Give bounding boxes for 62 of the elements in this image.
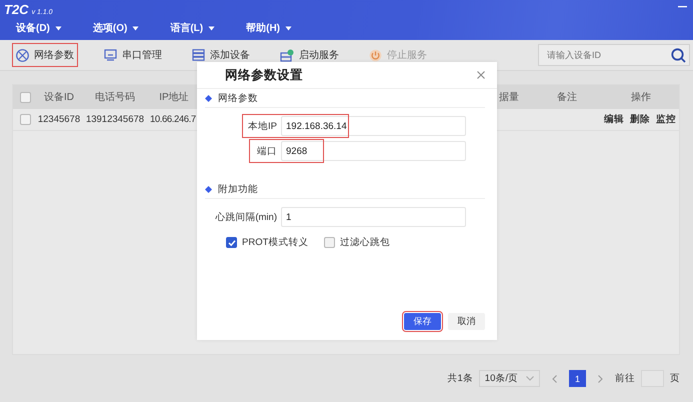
power-icon	[369, 48, 382, 62]
caret-icon	[132, 26, 140, 30]
caret-icon	[54, 26, 62, 30]
action-link[interactable]: 监控	[656, 113, 676, 126]
server-icon	[192, 49, 205, 61]
column-header: 备注	[557, 92, 577, 103]
app-title: T2C	[4, 2, 29, 17]
toolbar-button[interactable]: 启动服务	[276, 48, 343, 62]
column-header: 电话号码	[95, 92, 135, 103]
column-header: 设备ID	[44, 92, 74, 103]
toolbar-button[interactable]: 添加设备	[188, 48, 254, 62]
page-button[interactable]: 1	[569, 370, 586, 387]
close-icon[interactable]	[477, 71, 485, 79]
menu-item[interactable]: 选项(O)	[92, 21, 140, 35]
input-field[interactable]: 1	[281, 207, 466, 227]
field-label: 端口	[256, 144, 277, 158]
section-title: 网络参数	[218, 92, 258, 105]
field-label: 本地IP	[247, 120, 277, 132]
total-count: 共1条	[447, 372, 473, 385]
caret-icon	[208, 26, 216, 30]
caret-icon	[285, 26, 292, 30]
dialog-button[interactable]: 取消	[448, 313, 485, 330]
field-label: 心跳间隔(min)	[214, 210, 277, 224]
checkbox[interactable]	[226, 237, 237, 248]
toolbar-button[interactable]: 网络参数	[12, 43, 78, 67]
input-field[interactable]: 192.168.36.14	[281, 116, 466, 136]
chevron-down-icon	[526, 376, 534, 381]
table-cell: 12345678	[38, 114, 80, 125]
menu-item[interactable]: 帮助(H)	[246, 21, 292, 35]
chevron-right-icon[interactable]	[598, 374, 603, 382]
page-size-select[interactable]: 10条/页	[478, 370, 540, 387]
monitor-icon	[104, 49, 117, 61]
checkbox[interactable]	[20, 92, 30, 102]
page-unit: 页	[670, 372, 680, 385]
chevron-left-icon[interactable]	[552, 374, 557, 382]
checkbox[interactable]	[324, 237, 335, 248]
section-title: 附加功能	[218, 183, 258, 196]
column-header: 据量	[499, 92, 519, 103]
checkbox[interactable]	[20, 114, 30, 125]
check-icon	[228, 238, 236, 246]
dialog-title: 网络参数设置	[225, 66, 303, 84]
action-link[interactable]: 删除	[630, 113, 650, 126]
dialog-button[interactable]: 保存	[404, 313, 441, 330]
checkbox-label: 过滤心跳包	[340, 236, 390, 249]
menu-item[interactable]: 语言(L)	[170, 21, 216, 35]
column-header: IP地址	[159, 92, 189, 103]
table-cell: 13912345678	[86, 114, 144, 125]
goto-label: 前往	[615, 372, 635, 385]
server-plus-icon	[280, 48, 294, 62]
minimize-icon[interactable]	[678, 6, 687, 8]
column-header: 操作	[631, 92, 651, 103]
search-icon[interactable]	[671, 48, 686, 63]
diamond-icon	[205, 95, 212, 102]
search-field[interactable]: 请输入设备ID	[538, 44, 690, 66]
diamond-icon	[205, 186, 212, 193]
checkbox-label: PROT模式转义	[242, 236, 308, 249]
globe-icon	[16, 48, 29, 62]
action-link[interactable]: 编辑	[604, 113, 624, 126]
toolbar-button[interactable]: 串口管理	[100, 48, 166, 62]
input-field[interactable]: 9268	[281, 141, 466, 161]
menu-item[interactable]: 设备(D)	[16, 21, 62, 35]
table-cell: 10.66.246.7	[149, 114, 196, 125]
